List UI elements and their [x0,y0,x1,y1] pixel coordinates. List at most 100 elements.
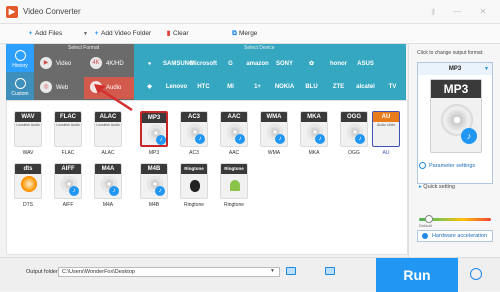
format-tile-head: AIFF [55,164,81,174]
brand-sony[interactable]: SONY [271,54,298,74]
brand-microsoft[interactable]: Microsoft [190,54,217,74]
alarm-clock-icon[interactable] [470,268,482,280]
device-panel: Select Device ● SAMSUNG Microsoft G amaz… [134,44,406,100]
brand-lenovo[interactable]: Lenovo [163,77,190,97]
brand-oneplus[interactable]: 1+ [244,77,271,97]
format-web-button[interactable]: ◎ Web [34,77,84,99]
format-tile-flac[interactable]: FLAC Lossless Audio FLAC [49,107,87,161]
format-tile-mka[interactable]: MKA ♪ MKA [295,107,333,161]
format-tile-label: AAC [228,150,240,156]
browse-folder-icon[interactable] [325,267,335,275]
quality-slider[interactable] [419,215,491,223]
brand-android-icon[interactable]: ◆ [136,77,163,97]
format-thumbnail: AIFF ♪ [54,163,82,199]
format-thumbnail: Ringtone [220,163,248,199]
select-device-label: Select Device [244,45,275,51]
format-tile-m4b[interactable]: M4B ♪ M4B [135,159,173,213]
bottom-bar: Output folder: C:\Users\WonderFox\Deskto… [0,257,500,292]
format-tile-aiff[interactable]: AIFF ♪ AIFF [49,159,87,213]
format-thumbnail: M4B ♪ [140,163,168,199]
clock-icon [14,50,26,61]
output-format-thumbnail: MP3 ♪ [430,79,482,153]
format-thumbnail: MP3 ♪ [140,111,168,147]
format-hd-button[interactable]: 4K 4K/HD [84,53,134,75]
format-tile-label: MKA [308,150,320,156]
hardware-acceleration-toggle[interactable]: Hardware acceleration [417,230,493,242]
brand-apple-icon[interactable]: ● [136,54,163,74]
chevron-down-icon[interactable]: ▼ [270,268,275,274]
window-title: Video Converter [23,7,81,16]
quick-setting-text: Quick setting [423,184,456,190]
format-tile-head: FLAC [55,112,81,122]
open-folder-icon[interactable] [286,267,296,275]
format-tile-mp3[interactable]: MP3 ♪ MP3 [135,107,173,161]
add-files-dropdown[interactable]: ▼ [81,29,90,39]
format-tile-ringtone-apple[interactable]: Ringtone Ringtone [175,159,213,213]
brand-asus[interactable]: ASUS [352,54,379,74]
format-tile-ringtone-android[interactable]: Ringtone Ringtone [215,159,253,213]
key-icon[interactable]: ⚷ [428,7,438,17]
brand-htc[interactable]: HTC [190,77,217,97]
toolbar: + Add Files ▼ + Add Video Folder ▮ Clear ⧉ M… [0,24,500,44]
nav-custom[interactable]: Custom [6,72,34,100]
format-tile-m4a[interactable]: M4A ♪ M4A [89,159,127,213]
format-tile-head: AAC [221,112,247,122]
slider-handle[interactable] [425,215,433,223]
clear-label: Clear [173,30,189,37]
format-tile-wma[interactable]: WMA ♪ WMA [255,107,293,161]
format-tile-label: Ringtone [183,202,204,208]
minimize-button[interactable]: — [452,7,462,17]
apple-icon [190,180,200,192]
plus-icon: + [94,30,99,37]
format-tile-label: FLAC [61,150,75,156]
parameter-settings-button[interactable]: Parameter settings [419,162,475,169]
music-note-icon: ♪ [109,186,119,196]
brand-amazon[interactable]: amazon [244,54,271,74]
format-tile-head: WMA [261,112,287,122]
nav-history[interactable]: History [6,44,34,72]
format-video-button[interactable]: ▶ Video [34,53,84,75]
format-tile-wav[interactable]: WAV Lossless Audio WAV [9,107,47,161]
format-thumbnail: Ringtone [180,163,208,199]
close-button[interactable]: ✕ [478,7,488,17]
brand-zte[interactable]: ZTE [325,77,352,97]
nav-history-label: History [12,63,28,69]
brand-samsung[interactable]: SAMSUNG [163,54,194,74]
brand-blu[interactable]: BLU [298,77,325,97]
output-folder-input[interactable]: C:\Users\WonderFox\Desktop [58,267,280,277]
clear-button[interactable]: ▮ Clear [164,29,189,39]
slider-default-label: Default [419,223,432,228]
format-thumbnail: WMA ♪ [260,111,288,147]
app-logo-icon: ▶ [6,6,18,18]
brand-honor[interactable]: honor [325,54,352,74]
trash-icon: ▮ [166,30,171,37]
format-tile-dts[interactable]: dts DTS [9,159,47,213]
run-button[interactable]: Run [376,258,458,292]
hardware-acceleration-label: Hardware acceleration [432,233,488,239]
music-note-icon: ♪ [461,128,477,144]
format-tile-au[interactable]: AU Audio Units AU [367,107,405,161]
add-files-button[interactable]: + Add Files [26,29,63,39]
brand-tv[interactable]: TV [379,77,406,97]
brand-nokia[interactable]: NOKIA [271,77,298,97]
music-note-icon: ♪ [315,134,325,144]
format-tile-sub: Audio Units [377,123,395,127]
brand-alcatel[interactable]: alcatel [352,77,379,97]
format-thumbnail: AC3 ♪ [180,111,208,147]
format-tile-head: Ringtone [181,164,207,174]
format-tile-label: DTS [23,202,33,208]
format-web-label: Web [56,85,69,91]
brand-google[interactable]: G [217,54,244,74]
format-tile-aac[interactable]: AAC ♪ AAC [215,107,253,161]
format-tile-head: AU [373,112,399,122]
format-tile-head: dts [15,164,41,174]
add-video-folder-button[interactable]: + Add Video Folder [92,29,152,39]
merge-label: Merge [239,30,258,37]
brand-xiaomi[interactable]: MI [217,77,244,97]
format-tile-label: MP3 [148,150,160,156]
format-tile-ac3[interactable]: AC3 ♪ AC3 [175,107,213,161]
music-note-icon: ♪ [275,134,285,144]
format-grid: WAV Lossless Audio WAV FLAC Lossless Aud… [6,100,408,255]
brand-huawei-icon[interactable]: ✿ [298,54,325,74]
merge-button[interactable]: ⧉ Merge [230,29,257,39]
